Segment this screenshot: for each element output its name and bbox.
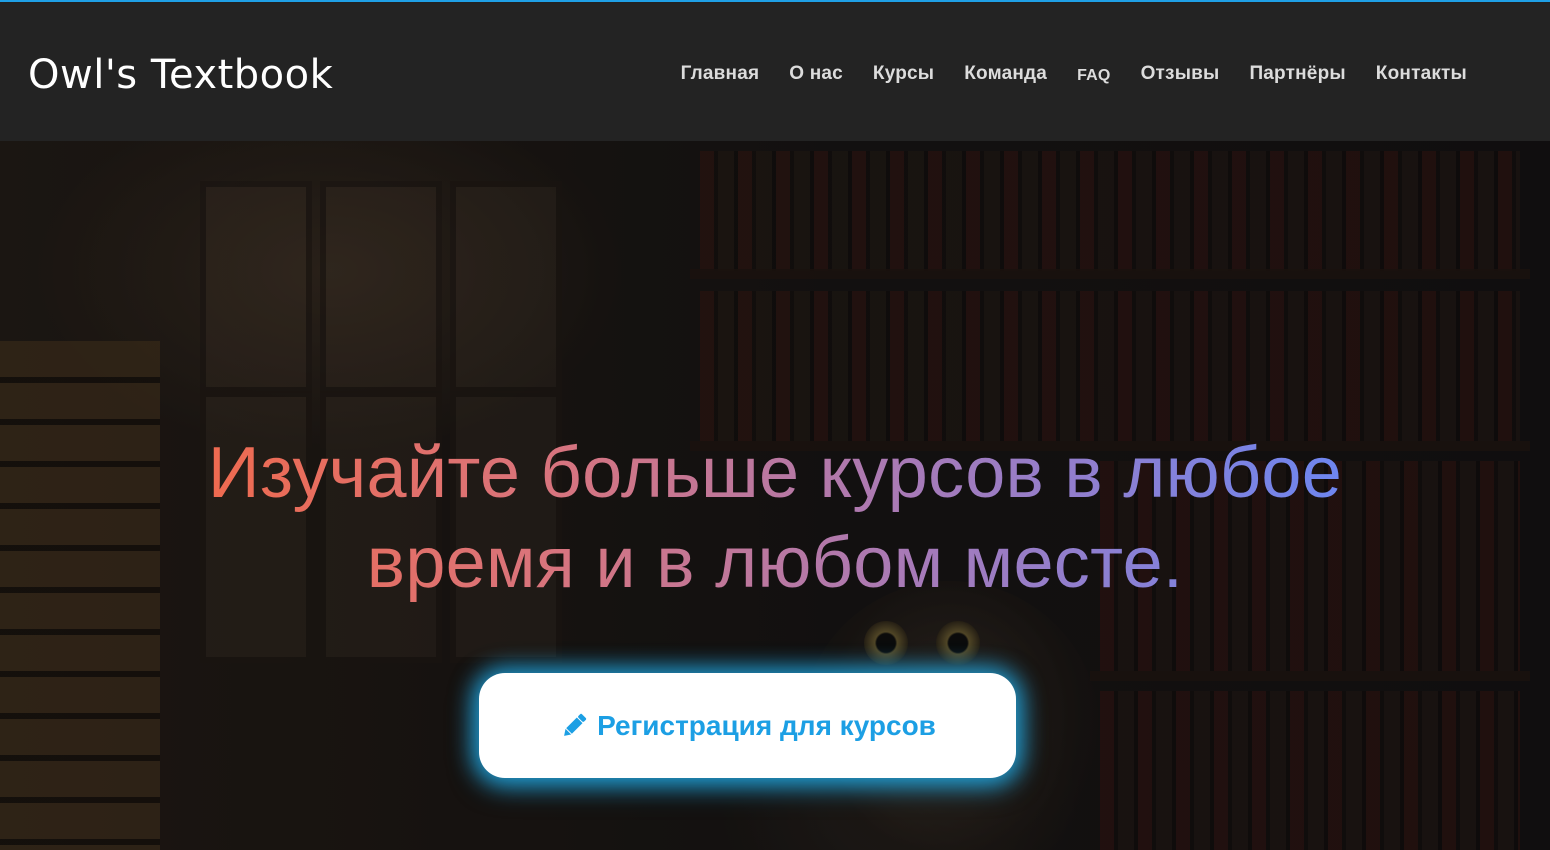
nav-item-courses[interactable]: Курсы	[873, 62, 934, 88]
nav-item-team[interactable]: Команда	[964, 62, 1047, 88]
main-nav: Главная О нас Курсы Команда FAQ Отзывы П…	[651, 62, 1467, 88]
register-courses-button[interactable]: Регистрация для курсов	[479, 673, 1016, 778]
nav-item-faq[interactable]: FAQ	[1077, 62, 1111, 88]
hero-title-text: Изучайте больше курсов в любое время и в…	[195, 428, 1355, 608]
nav-item-partners[interactable]: Партнёры	[1249, 62, 1345, 88]
nav-item-about[interactable]: О нас	[789, 62, 843, 88]
site-logo[interactable]: Owl's Textbook	[28, 52, 333, 98]
pencil-icon	[559, 711, 589, 741]
nav-item-home[interactable]: Главная	[681, 62, 760, 88]
hero-section: Изучайте больше курсов в любое время и в…	[0, 141, 1550, 850]
nav-item-reviews[interactable]: Отзывы	[1141, 62, 1220, 88]
nav-item-contacts[interactable]: Контакты	[1376, 62, 1467, 88]
register-courses-label: Регистрация для курсов	[597, 709, 936, 741]
site-header: Owl's Textbook Главная О нас Курсы Коман…	[0, 4, 1550, 141]
hero-title: Изучайте больше курсов в любое время и в…	[0, 428, 1550, 608]
